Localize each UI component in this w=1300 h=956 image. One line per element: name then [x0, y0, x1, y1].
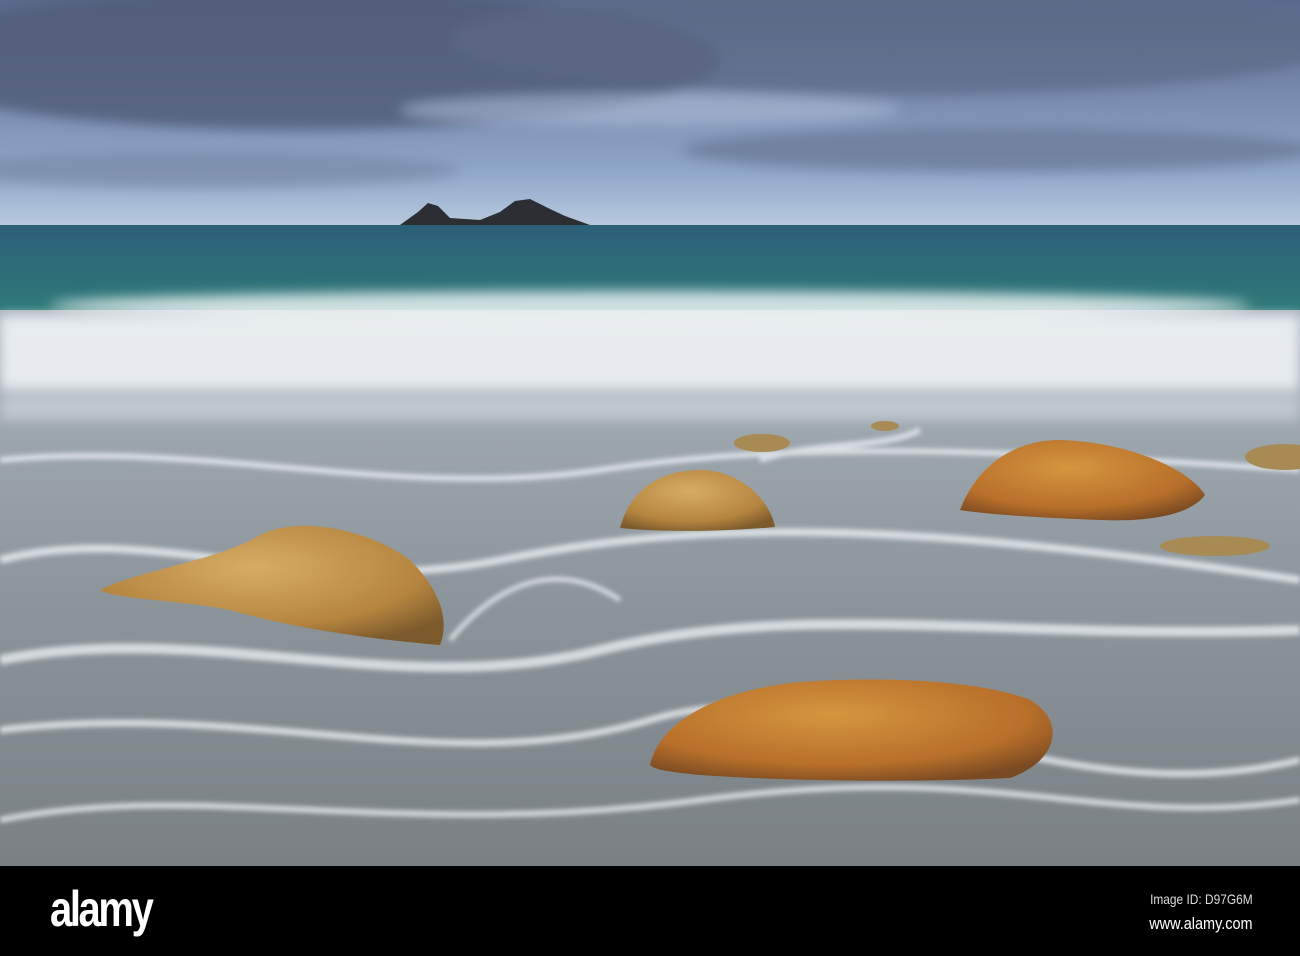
alamy-logo: alamy	[50, 881, 154, 937]
photo-page: alamy Image ID: D97G6M www.alamy.com	[0, 0, 1300, 956]
small-boulder	[734, 434, 790, 452]
site-url: www.alamy.com	[1149, 914, 1253, 933]
breaking-wave	[0, 291, 1300, 420]
image-id-label: Image ID: D97G6M	[1150, 891, 1253, 907]
small-boulder	[871, 421, 899, 431]
small-boulder	[1160, 536, 1270, 556]
watermark-bar: alamy Image ID: D97G6M www.alamy.com	[0, 866, 1300, 956]
seascape-photo	[0, 0, 1300, 866]
